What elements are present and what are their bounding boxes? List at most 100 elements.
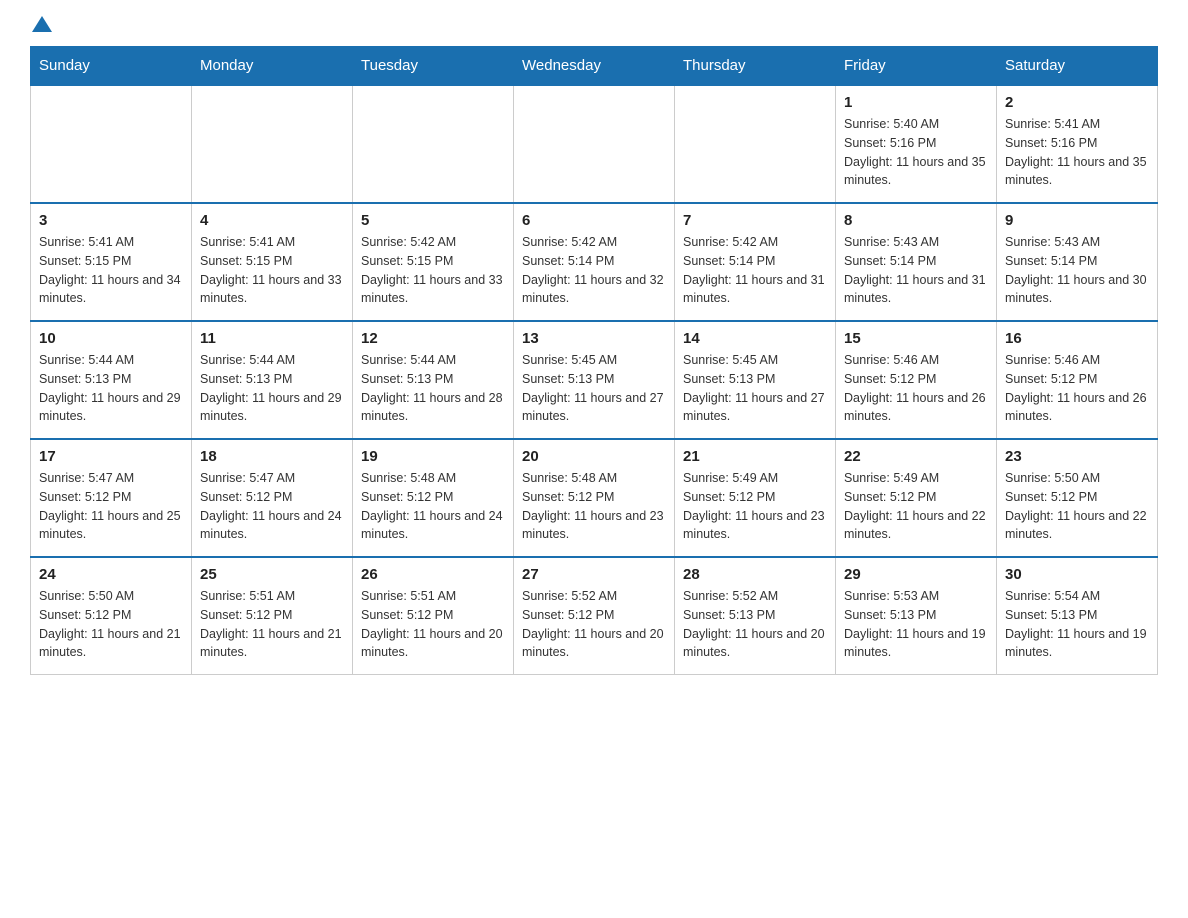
day-info: Sunrise: 5:52 AMSunset: 5:12 PMDaylight:… bbox=[522, 587, 666, 662]
day-number: 8 bbox=[844, 212, 988, 229]
calendar-cell: 24 Sunrise: 5:50 AMSunset: 5:12 PMDayligh… bbox=[31, 557, 192, 675]
calendar-cell bbox=[192, 85, 353, 203]
day-info: Sunrise: 5:42 AMSunset: 5:15 PMDaylight:… bbox=[361, 233, 505, 308]
calendar-cell: 22 Sunrise: 5:49 AMSunset: 5:12 PMDayligh… bbox=[836, 439, 997, 557]
day-info: Sunrise: 5:43 AMSunset: 5:14 PMDaylight:… bbox=[844, 233, 988, 308]
day-info: Sunrise: 5:51 AMSunset: 5:12 PMDaylight:… bbox=[200, 587, 344, 662]
weekday-header-tuesday: Tuesday bbox=[353, 47, 514, 86]
day-number: 10 bbox=[39, 330, 183, 347]
day-number: 21 bbox=[683, 448, 827, 465]
calendar-cell: 18 Sunrise: 5:47 AMSunset: 5:12 PMDayligh… bbox=[192, 439, 353, 557]
day-info: Sunrise: 5:54 AMSunset: 5:13 PMDaylight:… bbox=[1005, 587, 1149, 662]
weekday-header-wednesday: Wednesday bbox=[514, 47, 675, 86]
day-info: Sunrise: 5:43 AMSunset: 5:14 PMDaylight:… bbox=[1005, 233, 1149, 308]
day-number: 19 bbox=[361, 448, 505, 465]
calendar-week-row: 24 Sunrise: 5:50 AMSunset: 5:12 PMDayligh… bbox=[31, 557, 1158, 675]
logo bbox=[30, 20, 52, 36]
day-info: Sunrise: 5:48 AMSunset: 5:12 PMDaylight:… bbox=[361, 469, 505, 544]
day-number: 5 bbox=[361, 212, 505, 229]
day-number: 22 bbox=[844, 448, 988, 465]
day-number: 11 bbox=[200, 330, 344, 347]
day-info: Sunrise: 5:46 AMSunset: 5:12 PMDaylight:… bbox=[1005, 351, 1149, 426]
calendar-cell: 4 Sunrise: 5:41 AMSunset: 5:15 PMDaylight… bbox=[192, 203, 353, 321]
calendar-cell: 29 Sunrise: 5:53 AMSunset: 5:13 PMDayligh… bbox=[836, 557, 997, 675]
day-info: Sunrise: 5:41 AMSunset: 5:16 PMDaylight:… bbox=[1005, 115, 1149, 190]
calendar-table: SundayMondayTuesdayWednesdayThursdayFrid… bbox=[30, 46, 1158, 675]
calendar-cell: 26 Sunrise: 5:51 AMSunset: 5:12 PMDayligh… bbox=[353, 557, 514, 675]
day-number: 1 bbox=[844, 94, 988, 111]
day-info: Sunrise: 5:44 AMSunset: 5:13 PMDaylight:… bbox=[361, 351, 505, 426]
day-info: Sunrise: 5:40 AMSunset: 5:16 PMDaylight:… bbox=[844, 115, 988, 190]
calendar-week-row: 3Sunrise: 5:41 AMSunset: 5:15 PMDaylight… bbox=[31, 203, 1158, 321]
day-number: 25 bbox=[200, 566, 344, 583]
calendar-cell: 23Sunrise: 5:50 AMSunset: 5:12 PMDayligh… bbox=[997, 439, 1158, 557]
calendar-week-row: 1 Sunrise: 5:40 AMSunset: 5:16 PMDaylight… bbox=[31, 85, 1158, 203]
day-number: 30 bbox=[1005, 566, 1149, 583]
calendar-cell: 2 Sunrise: 5:41 AMSunset: 5:16 PMDaylight… bbox=[997, 85, 1158, 203]
day-info: Sunrise: 5:47 AMSunset: 5:12 PMDaylight:… bbox=[39, 469, 183, 544]
calendar-cell: 21 Sunrise: 5:49 AMSunset: 5:12 PMDayligh… bbox=[675, 439, 836, 557]
weekday-header-thursday: Thursday bbox=[675, 47, 836, 86]
calendar-cell bbox=[353, 85, 514, 203]
calendar-cell: 7 Sunrise: 5:42 AMSunset: 5:14 PMDaylight… bbox=[675, 203, 836, 321]
weekday-header-saturday: Saturday bbox=[997, 47, 1158, 86]
day-number: 9 bbox=[1005, 212, 1149, 229]
calendar-cell bbox=[31, 85, 192, 203]
day-number: 26 bbox=[361, 566, 505, 583]
day-number: 6 bbox=[522, 212, 666, 229]
day-number: 27 bbox=[522, 566, 666, 583]
calendar-cell: 15Sunrise: 5:46 AMSunset: 5:12 PMDayligh… bbox=[836, 321, 997, 439]
day-number: 20 bbox=[522, 448, 666, 465]
day-info: Sunrise: 5:44 AMSunset: 5:13 PMDaylight:… bbox=[39, 351, 183, 426]
day-number: 17 bbox=[39, 448, 183, 465]
day-number: 15 bbox=[844, 330, 988, 347]
weekday-header-monday: Monday bbox=[192, 47, 353, 86]
calendar-week-row: 17 Sunrise: 5:47 AMSunset: 5:12 PMDayligh… bbox=[31, 439, 1158, 557]
day-info: Sunrise: 5:41 AMSunset: 5:15 PMDaylight:… bbox=[200, 233, 344, 308]
calendar-cell: 6 Sunrise: 5:42 AMSunset: 5:14 PMDaylight… bbox=[514, 203, 675, 321]
calendar-cell: 12 Sunrise: 5:44 AMSunset: 5:13 PMDayligh… bbox=[353, 321, 514, 439]
day-info: Sunrise: 5:41 AMSunset: 5:15 PMDaylight:… bbox=[39, 233, 183, 308]
day-number: 16 bbox=[1005, 330, 1149, 347]
calendar-week-row: 10 Sunrise: 5:44 AMSunset: 5:13 PMDayligh… bbox=[31, 321, 1158, 439]
day-info: Sunrise: 5:50 AMSunset: 5:12 PMDaylight:… bbox=[1005, 469, 1149, 544]
weekday-header-friday: Friday bbox=[836, 47, 997, 86]
day-number: 4 bbox=[200, 212, 344, 229]
calendar-cell bbox=[675, 85, 836, 203]
day-number: 13 bbox=[522, 330, 666, 347]
calendar-cell: 17 Sunrise: 5:47 AMSunset: 5:12 PMDayligh… bbox=[31, 439, 192, 557]
weekday-header-sunday: Sunday bbox=[31, 47, 192, 86]
day-number: 28 bbox=[683, 566, 827, 583]
calendar-cell: 25 Sunrise: 5:51 AMSunset: 5:12 PMDayligh… bbox=[192, 557, 353, 675]
day-info: Sunrise: 5:45 AMSunset: 5:13 PMDaylight:… bbox=[683, 351, 827, 426]
calendar-cell: 16 Sunrise: 5:46 AMSunset: 5:12 PMDayligh… bbox=[997, 321, 1158, 439]
calendar-header-row: SundayMondayTuesdayWednesdayThursdayFrid… bbox=[31, 47, 1158, 86]
day-number: 29 bbox=[844, 566, 988, 583]
calendar-cell: 8 Sunrise: 5:43 AMSunset: 5:14 PMDaylight… bbox=[836, 203, 997, 321]
calendar-cell: 14 Sunrise: 5:45 AMSunset: 5:13 PMDayligh… bbox=[675, 321, 836, 439]
day-info: Sunrise: 5:42 AMSunset: 5:14 PMDaylight:… bbox=[522, 233, 666, 308]
logo-triangle-icon bbox=[32, 16, 52, 32]
day-info: Sunrise: 5:45 AMSunset: 5:13 PMDaylight:… bbox=[522, 351, 666, 426]
day-info: Sunrise: 5:42 AMSunset: 5:14 PMDaylight:… bbox=[683, 233, 827, 308]
day-number: 18 bbox=[200, 448, 344, 465]
day-info: Sunrise: 5:49 AMSunset: 5:12 PMDaylight:… bbox=[844, 469, 988, 544]
day-info: Sunrise: 5:49 AMSunset: 5:12 PMDaylight:… bbox=[683, 469, 827, 544]
day-info: Sunrise: 5:51 AMSunset: 5:12 PMDaylight:… bbox=[361, 587, 505, 662]
day-info: Sunrise: 5:47 AMSunset: 5:12 PMDaylight:… bbox=[200, 469, 344, 544]
calendar-cell: 9 Sunrise: 5:43 AMSunset: 5:14 PMDaylight… bbox=[997, 203, 1158, 321]
page-header bbox=[30, 20, 1158, 36]
day-info: Sunrise: 5:52 AMSunset: 5:13 PMDaylight:… bbox=[683, 587, 827, 662]
calendar-cell: 20Sunrise: 5:48 AMSunset: 5:12 PMDayligh… bbox=[514, 439, 675, 557]
day-number: 14 bbox=[683, 330, 827, 347]
calendar-cell: 1 Sunrise: 5:40 AMSunset: 5:16 PMDaylight… bbox=[836, 85, 997, 203]
day-number: 7 bbox=[683, 212, 827, 229]
day-number: 24 bbox=[39, 566, 183, 583]
calendar-cell: 19 Sunrise: 5:48 AMSunset: 5:12 PMDayligh… bbox=[353, 439, 514, 557]
day-number: 2 bbox=[1005, 94, 1149, 111]
calendar-cell: 10 Sunrise: 5:44 AMSunset: 5:13 PMDayligh… bbox=[31, 321, 192, 439]
day-info: Sunrise: 5:53 AMSunset: 5:13 PMDaylight:… bbox=[844, 587, 988, 662]
day-number: 12 bbox=[361, 330, 505, 347]
day-info: Sunrise: 5:50 AMSunset: 5:12 PMDaylight:… bbox=[39, 587, 183, 662]
calendar-cell bbox=[514, 85, 675, 203]
